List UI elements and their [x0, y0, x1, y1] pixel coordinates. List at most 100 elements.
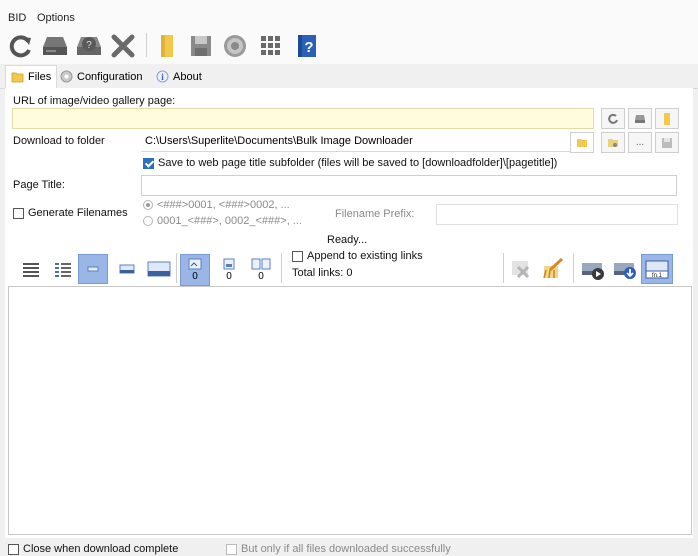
- close-when-done-row: Close when download complete: [8, 543, 178, 555]
- generate-filenames-row: Generate Filenames: [13, 207, 128, 219]
- download-separator: [573, 253, 574, 283]
- action-separator: [503, 253, 504, 283]
- total-links-text: Total links: 0: [292, 267, 353, 279]
- folder-icon: [664, 112, 670, 125]
- url-input[interactable]: [12, 108, 594, 129]
- filter-other-count: 0: [258, 271, 264, 282]
- tab-files[interactable]: Files: [5, 65, 58, 88]
- links-list[interactable]: [8, 286, 692, 535]
- tab-files-label: Files: [28, 71, 52, 83]
- other-type-icon: [251, 258, 271, 270]
- menu-options[interactable]: Options: [37, 12, 75, 24]
- save-folder-button[interactable]: [655, 132, 679, 153]
- view-small-thumbs-button[interactable]: [78, 254, 108, 284]
- start-download-button[interactable]: [578, 254, 608, 284]
- settings-gear-icon[interactable]: [220, 32, 250, 60]
- video-type-icon: [223, 258, 235, 270]
- view-list-button[interactable]: [48, 254, 78, 284]
- view-medium-thumbs-button[interactable]: [112, 254, 142, 284]
- clear-list-button[interactable]: [538, 254, 568, 284]
- generate-filenames-label: Generate Filenames: [28, 207, 128, 219]
- browse-label: ...: [635, 137, 645, 148]
- filter-video-count: 0: [226, 271, 232, 282]
- save-subfolder-row: Save to web page title subfolder (files …: [143, 157, 557, 169]
- medium-thumbnail-icon: [119, 264, 135, 274]
- svg-text:?: ?: [304, 39, 313, 56]
- close-when-done-checkbox[interactable]: [8, 543, 19, 555]
- tab-configuration[interactable]: Configuration: [55, 66, 147, 87]
- save-subfolder-checkbox[interactable]: [143, 157, 154, 169]
- menu-bar: [0, 0, 698, 29]
- page-title-input[interactable]: [141, 175, 677, 196]
- filter-other-button[interactable]: 0: [246, 254, 276, 286]
- generate-filenames-checkbox[interactable]: [13, 207, 24, 219]
- large-thumbnail-icon: [147, 261, 171, 277]
- remove-selected-button[interactable]: [506, 254, 536, 284]
- refresh-icon[interactable]: [6, 32, 36, 60]
- folder-icon: [577, 138, 587, 147]
- toolbar-separator: [146, 33, 147, 57]
- view-separator: [176, 253, 177, 283]
- folder-gear-icon: [608, 138, 618, 147]
- only-if-success-label: But only if all files downloaded success…: [241, 543, 451, 555]
- help-disk-icon[interactable]: ?: [74, 32, 104, 60]
- drive-icon[interactable]: [40, 32, 70, 60]
- radio-prefix-last[interactable]: [143, 216, 153, 226]
- refresh-icon: [608, 113, 618, 124]
- view-details-button[interactable]: [16, 254, 46, 284]
- filter-images-button[interactable]: 0: [180, 254, 210, 286]
- filter-images-count: 0: [192, 271, 198, 282]
- filename-icon: fn.1: [645, 260, 669, 279]
- download-folder-value: C:\Users\Superlite\Documents\Bulk Image …: [145, 135, 413, 147]
- tab-about-label: About: [173, 70, 202, 83]
- append-links-checkbox[interactable]: [292, 250, 303, 262]
- only-if-success-checkbox[interactable]: [226, 543, 237, 555]
- only-if-success-row: But only if all files downloaded success…: [226, 543, 451, 555]
- filter-separator: [281, 253, 282, 283]
- drive-icon: [635, 114, 645, 123]
- grid-icon[interactable]: [256, 32, 286, 60]
- folder-icon[interactable]: [152, 32, 182, 60]
- help-icon[interactable]: ?: [292, 32, 322, 60]
- page-title-label: Page Title:: [13, 179, 65, 191]
- list-view-icon: [55, 263, 71, 277]
- remove-icon: [512, 261, 530, 279]
- gear-icon: [60, 70, 73, 83]
- save-icon: [662, 137, 672, 148]
- broom-icon: [543, 257, 564, 279]
- folder-settings-button[interactable]: [601, 132, 625, 153]
- close-when-done-label: Close when download complete: [23, 543, 179, 555]
- open-folder-button[interactable]: [655, 108, 679, 129]
- drive-download-icon: [614, 263, 636, 279]
- details-view-icon: [23, 263, 39, 277]
- menu-bid[interactable]: BID: [8, 12, 26, 24]
- browse-folder-button[interactable]: [570, 132, 594, 153]
- append-links-label: Append to existing links: [307, 250, 423, 262]
- url-label: URL of image/video gallery page:: [13, 95, 176, 107]
- tab-about[interactable]: i About: [151, 66, 207, 87]
- drive-button[interactable]: [628, 108, 652, 129]
- filter-video-button[interactable]: 0: [214, 254, 244, 286]
- refresh-url-button[interactable]: [601, 108, 625, 129]
- download-folder-input[interactable]: C:\Users\Superlite\Documents\Bulk Image …: [141, 132, 593, 152]
- status-text: Ready...: [327, 234, 368, 246]
- filename-prefix-input[interactable]: [436, 204, 678, 225]
- save-icon[interactable]: [186, 32, 216, 60]
- save-subfolder-label: Save to web page title subfolder (files …: [158, 157, 558, 169]
- download-folder-label: Download to folder: [13, 135, 105, 147]
- info-icon: i: [156, 70, 169, 83]
- close-x-icon[interactable]: [108, 32, 138, 60]
- radio-prefix-first[interactable]: [143, 200, 153, 210]
- radio-prefix-last-label: 0001_<###>, 0002_<###>, ...: [157, 215, 302, 227]
- download-queue-button[interactable]: [610, 254, 640, 284]
- small-thumbnail-icon: [87, 266, 99, 272]
- browse-button[interactable]: ...: [628, 132, 652, 153]
- view-large-thumbs-button[interactable]: [144, 254, 174, 284]
- svg-text:?: ?: [86, 40, 92, 51]
- filename-options-button[interactable]: fn.1: [641, 254, 673, 284]
- folder-icon: [11, 72, 24, 83]
- toolbar: [0, 28, 698, 64]
- radio-prefix-first-label: <###>0001, <###>0002, ...: [157, 199, 290, 211]
- image-type-icon: [188, 258, 202, 270]
- radio-suffix-row: 0001_<###>, 0002_<###>, ...: [143, 215, 302, 227]
